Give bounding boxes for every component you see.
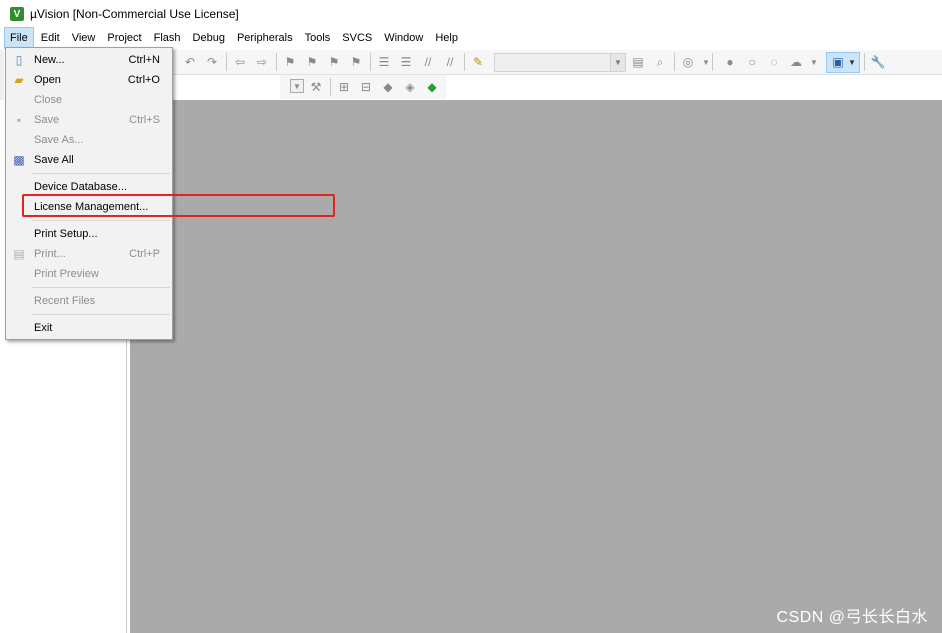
save-all-icon: ▩	[13, 153, 25, 167]
menu-item-label: Print Preview	[34, 268, 99, 280]
menu-item-shortcut: Ctrl+S	[129, 114, 160, 126]
navigate-forward-icon[interactable]: ⇨	[254, 54, 270, 70]
file-extensions-icon[interactable]: ⊟	[358, 79, 374, 95]
editor-area	[130, 100, 942, 633]
toolbar-separator	[330, 78, 331, 96]
menu-item-shortcut: Ctrl+O	[127, 74, 160, 86]
indent-icon[interactable]: ☰	[376, 54, 392, 70]
menu-window[interactable]: Window	[379, 28, 428, 48]
pack-installer-icon[interactable]: ◆	[424, 79, 440, 95]
menu-item-print-preview: Print Preview	[6, 264, 172, 284]
bookmark-clear-icon[interactable]: ⚑	[348, 54, 364, 70]
toolbar-separator	[276, 53, 277, 71]
menu-item-label: Exit	[34, 322, 53, 334]
highlight-annotation-box	[22, 194, 335, 217]
toolbar-separator	[226, 53, 227, 71]
menu-item-label: Save	[34, 114, 60, 126]
window-layout-button[interactable]: ▣ ▼	[826, 52, 860, 73]
breakpoint-enable-icon[interactable]: ○	[744, 54, 760, 70]
menu-help[interactable]: Help	[430, 28, 463, 48]
breakpoint-disable-all-icon[interactable]: ◌	[766, 54, 782, 70]
chevron-down-icon[interactable]: ▼	[806, 54, 822, 70]
toolbar-separator	[370, 53, 371, 71]
toolbar-separator	[674, 53, 675, 71]
menu-item-shortcut: Ctrl+N	[128, 54, 160, 66]
menu-item-new[interactable]: ▯ New... Ctrl+N	[6, 50, 172, 70]
menu-item-save: ▪ Save Ctrl+S	[6, 110, 172, 130]
target-options-icon[interactable]: ⚒	[308, 79, 324, 95]
menu-bar: File Edit View Project Flash Debug Perip…	[0, 27, 942, 49]
comment-icon[interactable]: //	[420, 54, 436, 70]
menu-item-label: Recent Files	[34, 295, 96, 307]
menu-flash[interactable]: Flash	[149, 28, 186, 48]
toolbar-separator	[464, 53, 465, 71]
menu-item-label: Open	[34, 74, 61, 86]
wrench-icon[interactable]: 🔧	[870, 54, 886, 70]
chevron-down-icon[interactable]: ▼	[844, 54, 860, 70]
menu-item-label: Print...	[34, 248, 66, 260]
select-software-packs-icon[interactable]: ◈	[402, 79, 418, 95]
menu-edit[interactable]: Edit	[36, 28, 65, 48]
menu-separator	[32, 220, 170, 221]
menu-item-label: Device Database...	[34, 181, 127, 193]
menu-item-print-setup[interactable]: Print Setup...	[6, 224, 172, 244]
uvision-app-icon: V	[10, 7, 24, 21]
uncomment-icon[interactable]: //	[442, 54, 458, 70]
menu-item-label: Print Setup...	[34, 228, 98, 240]
build-toolbar: ▼ ⚒ ⊞ ⊟ ◆ ◈ ◆	[280, 75, 446, 99]
navigate-back-icon[interactable]: ⇦	[232, 54, 248, 70]
menu-separator	[32, 173, 170, 174]
manage-project-items-icon[interactable]: ⊞	[336, 79, 352, 95]
open-folder-icon: ▰	[14, 73, 24, 87]
unindent-icon[interactable]: ☰	[398, 54, 414, 70]
menu-separator	[32, 314, 170, 315]
save-icon: ▪	[16, 113, 22, 127]
redo-icon[interactable]: ↷	[204, 54, 220, 70]
menu-item-label: Close	[34, 94, 63, 106]
menu-separator	[32, 287, 170, 288]
debug-session-icon[interactable]: ◎	[680, 54, 696, 70]
find-in-files-icon[interactable]: ✎	[470, 54, 486, 70]
new-file-icon: ▯	[15, 53, 23, 67]
menu-debug[interactable]: Debug	[188, 28, 230, 48]
menu-peripherals[interactable]: Peripherals	[232, 28, 298, 48]
menu-item-print: ▤ Print... Ctrl+P	[6, 244, 172, 264]
find-combo[interactable]: ▼	[494, 53, 626, 72]
menu-file[interactable]: File	[4, 27, 34, 49]
breakpoint-insert-icon[interactable]: ●	[722, 54, 738, 70]
menu-item-label: New...	[34, 54, 65, 66]
menu-item-save-all[interactable]: ▩ Save All	[6, 150, 172, 170]
undo-icon[interactable]: ↶	[182, 54, 198, 70]
menu-item-save-as: Save As...	[6, 130, 172, 150]
window-title: µVision [Non-Commercial Use License]	[30, 7, 239, 21]
menu-view[interactable]: View	[67, 28, 101, 48]
breakpoint-kill-all-icon[interactable]: ☁	[788, 54, 804, 70]
bookmark-toggle-icon[interactable]: ⚑	[282, 54, 298, 70]
menu-item-exit[interactable]: Exit	[6, 318, 172, 338]
chevron-down-icon[interactable]: ▼	[610, 54, 625, 71]
menu-svcs[interactable]: SVCS	[337, 28, 377, 48]
main-toolbar: ↶ ↷ ⇦ ⇨ ⚑ ⚑ ⚑ ⚑ ☰ ☰ // // ✎ ▼ ▤ ⌕ ◎ ▼ ● …	[172, 50, 942, 75]
menu-item-close: Close	[6, 90, 172, 110]
menu-item-recent-files: Recent Files	[6, 291, 172, 311]
toolbar-separator	[864, 53, 865, 71]
find-icon[interactable]: ▤	[630, 54, 646, 70]
menu-item-label: Save All	[34, 154, 74, 166]
print-icon: ▤	[13, 247, 25, 261]
menu-project[interactable]: Project	[102, 28, 146, 48]
toolbar-separator	[712, 53, 713, 71]
manage-rte-icon[interactable]: ◆	[380, 79, 396, 95]
incremental-find-icon[interactable]: ⌕	[652, 54, 668, 70]
menu-tools[interactable]: Tools	[300, 28, 336, 48]
title-bar: V µVision [Non-Commercial Use License]	[0, 0, 942, 28]
bookmark-prev-icon[interactable]: ⚑	[304, 54, 320, 70]
chevron-down-icon[interactable]: ▼	[290, 79, 304, 93]
menu-item-label: Save As...	[34, 134, 84, 146]
menu-item-shortcut: Ctrl+P	[129, 248, 160, 260]
bookmark-next-icon[interactable]: ⚑	[326, 54, 342, 70]
menu-item-open[interactable]: ▰ Open Ctrl+O	[6, 70, 172, 90]
watermark: CSDN @弓长长白水	[776, 609, 928, 626]
